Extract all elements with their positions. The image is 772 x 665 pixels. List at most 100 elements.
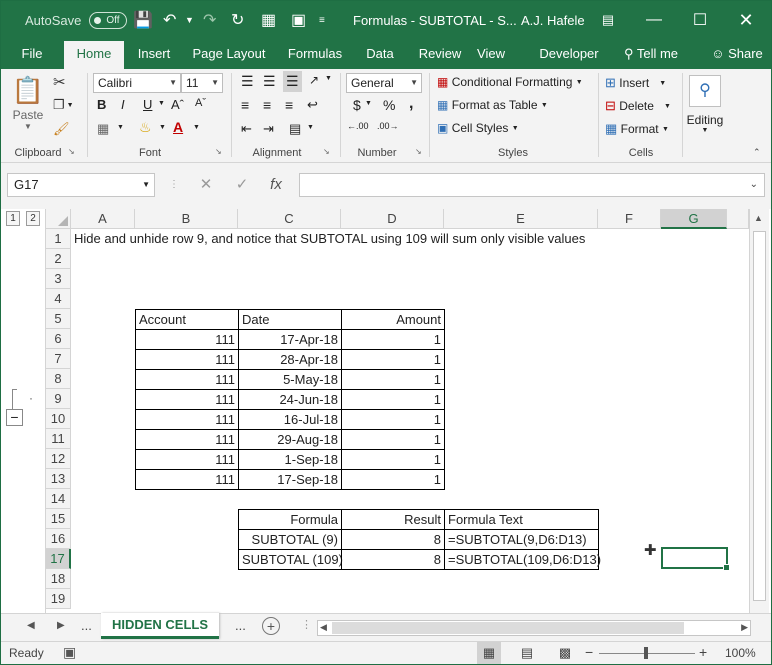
scroll-right-icon[interactable]: ▶ <box>741 622 748 633</box>
expand-formula-bar-icon[interactable]: ⌄ <box>750 179 758 190</box>
column-header-d[interactable]: D <box>341 209 444 229</box>
table-cell-amount[interactable]: 1 <box>341 469 445 490</box>
delete-cells-button[interactable]: ⊟ Delete ▼ <box>605 98 671 114</box>
row-header[interactable]: 14 <box>46 489 71 509</box>
decrease-decimal-icon[interactable]: .00→ <box>377 121 399 131</box>
table-cell-account[interactable]: 111 <box>135 449 239 470</box>
share-button[interactable]: ☺ Share <box>707 39 767 69</box>
table-cell-account[interactable]: 111 <box>135 409 239 430</box>
close-icon[interactable]: ✕ <box>723 1 769 39</box>
chevron-down-icon[interactable]: ▼ <box>159 124 166 131</box>
name-box[interactable]: G17 ▼ <box>7 173 155 197</box>
cell-a1-note[interactable]: Hide and unhide row 9, and notice that S… <box>71 229 588 249</box>
align-bottom-icon[interactable]: ☰ <box>283 71 302 92</box>
comma-button[interactable]: , <box>409 95 413 113</box>
autosave-toggle[interactable]: Off <box>89 11 128 29</box>
paste-button[interactable]: 📋 Paste ▼ <box>12 75 44 131</box>
underline-button[interactable]: U <box>143 97 152 112</box>
table-cell-account[interactable]: 111 <box>135 389 239 410</box>
row-header[interactable]: 9 <box>46 389 71 409</box>
percent-button[interactable]: % <box>383 97 395 113</box>
chevron-down-icon[interactable]: ▼ <box>158 100 165 107</box>
vertical-scroll-thumb[interactable] <box>753 231 766 601</box>
number-format-select[interactable]: General ▼ <box>346 73 422 93</box>
horizontal-scroll-thumb[interactable] <box>332 622 684 634</box>
table-cell-amount[interactable]: 1 <box>341 389 445 410</box>
results-header-formula-text[interactable]: Formula Text <box>444 509 599 530</box>
shrink-font-icon[interactable]: Aˇ <box>195 97 206 109</box>
table-cell-amount[interactable]: 1 <box>341 369 445 390</box>
results-header-result[interactable]: Result <box>341 509 445 530</box>
insert-function-icon[interactable]: fx <box>263 173 289 197</box>
increase-indent-icon[interactable]: ⇥ <box>263 121 274 137</box>
outline-level-1-button[interactable]: 1 <box>6 211 20 226</box>
previous-sheet-icon[interactable]: ◀ <box>27 620 35 631</box>
row-header[interactable]: 4 <box>46 289 71 309</box>
currency-button[interactable]: $ <box>353 97 361 113</box>
zoom-out-icon[interactable]: − <box>585 644 593 660</box>
row-header[interactable]: 10 <box>46 409 71 429</box>
table-cell-date[interactable]: 24-Jun-18 <box>238 389 342 410</box>
tab-formulas[interactable]: Formulas <box>283 39 347 69</box>
tab-home[interactable]: Home <box>64 41 124 69</box>
table-cell-date[interactable]: 5-May-18 <box>238 369 342 390</box>
results-cell-formula-text[interactable]: =SUBTOTAL(9,D6:D13) <box>444 529 599 550</box>
more-sheets-left[interactable]: ... <box>81 618 92 633</box>
chevron-down-icon[interactable]: ▼ <box>307 124 314 131</box>
grow-font-icon[interactable]: Aˆ <box>171 97 184 112</box>
page-break-view-icon[interactable]: ▩ <box>553 642 577 664</box>
row-header[interactable]: 1 <box>46 229 71 249</box>
row-header[interactable]: 15 <box>46 509 71 529</box>
table-cell-account[interactable]: 111 <box>135 369 239 390</box>
redo-icon[interactable]: ↷ <box>203 1 225 39</box>
macro-record-icon[interactable]: ▣ <box>63 644 76 661</box>
table-cell-amount[interactable]: 1 <box>341 329 445 350</box>
customize-icon[interactable]: ≡ <box>319 1 341 39</box>
autosave-control[interactable]: AutoSave Off <box>25 1 128 39</box>
user-name[interactable]: A.J. Hafele <box>521 1 585 39</box>
italic-button[interactable]: I <box>121 97 125 112</box>
select-all-button[interactable] <box>46 209 71 229</box>
align-right-icon[interactable]: ≡ <box>285 97 293 113</box>
copy-icon[interactable]: ❐ ▼ <box>53 97 74 113</box>
format-painter-icon[interactable]: 🖌 <box>53 121 70 137</box>
zoom-slider-thumb[interactable] <box>644 647 648 659</box>
table-cell-amount[interactable]: 1 <box>341 349 445 370</box>
row-header[interactable]: 5 <box>46 309 71 329</box>
tab-file[interactable]: File <box>11 39 53 69</box>
table-header-amount[interactable]: Amount <box>341 309 445 330</box>
decrease-indent-icon[interactable]: ⇤ <box>241 121 252 137</box>
add-sheet-icon[interactable]: + <box>262 617 280 635</box>
outline-level-2-button[interactable]: 2 <box>26 211 40 226</box>
table-cell-date[interactable]: 17-Apr-18 <box>238 329 342 350</box>
table-cell-amount[interactable]: 1 <box>341 429 445 450</box>
format-cells-button[interactable]: ▦ Format ▼ <box>605 121 669 137</box>
font-launcher-icon[interactable]: ↘ <box>215 147 222 156</box>
scroll-left-icon[interactable]: ◀ <box>320 622 327 633</box>
increase-decimal-icon[interactable]: ←.00 <box>347 121 369 131</box>
row-header[interactable]: 6 <box>46 329 71 349</box>
chevron-down-icon[interactable]: ▼ <box>365 100 372 107</box>
table-cell-date[interactable]: 1-Sep-18 <box>238 449 342 470</box>
table-cell-date[interactable]: 17-Sep-18 <box>238 469 342 490</box>
tell-me[interactable]: ⚲ Tell me <box>619 39 683 69</box>
table-cell-account[interactable]: 111 <box>135 469 239 490</box>
number-launcher-icon[interactable]: ↘ <box>415 147 422 156</box>
column-header-f[interactable]: F <box>598 209 661 229</box>
column-header-blank[interactable] <box>727 209 749 229</box>
refresh-icon[interactable]: ↻ <box>231 1 253 39</box>
column-header-a[interactable]: A <box>71 209 135 229</box>
results-cell-result[interactable]: 8 <box>341 549 445 570</box>
editing-button[interactable]: ⚲ Editing ▼ <box>687 75 723 134</box>
table-header-account[interactable]: Account <box>135 309 239 330</box>
ribbon-display-icon[interactable]: ▤ <box>585 1 631 39</box>
collapse-ribbon-icon[interactable]: ⌃ <box>753 147 761 158</box>
cancel-icon[interactable]: ✕ <box>193 173 219 197</box>
formula-input[interactable]: ⌄ <box>299 173 765 197</box>
cut-icon[interactable]: ✂ <box>53 73 66 91</box>
column-header-g[interactable]: G <box>661 209 727 229</box>
next-sheet-icon[interactable]: ▶ <box>57 620 65 631</box>
chevron-down-icon[interactable]: ▼ <box>193 124 200 131</box>
scroll-up-icon[interactable]: ▲ <box>754 213 763 223</box>
table-cell-account[interactable]: 111 <box>135 349 239 370</box>
